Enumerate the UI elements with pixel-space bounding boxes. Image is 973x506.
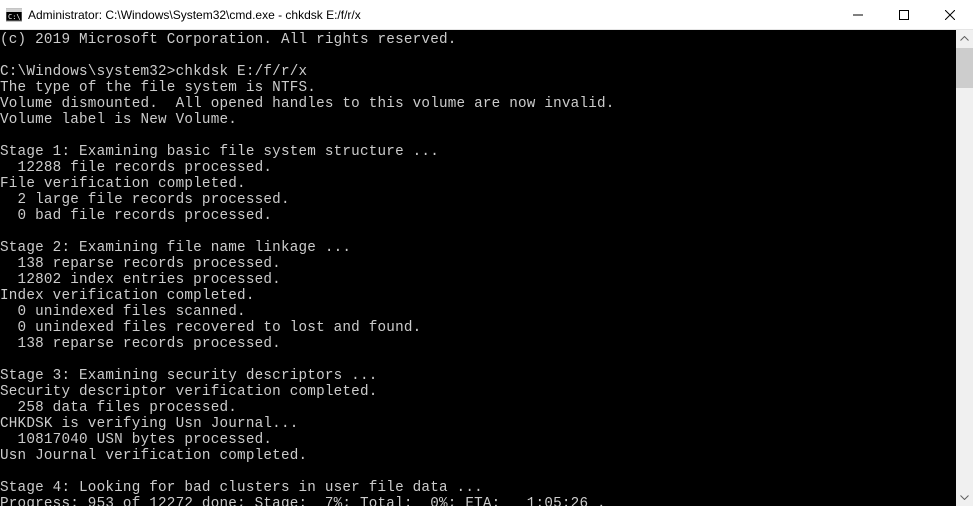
svg-text:C:\: C:\ <box>8 13 21 21</box>
scrollbar-thumb[interactable] <box>956 48 973 88</box>
console-line <box>0 48 956 64</box>
chevron-up-icon <box>960 36 969 41</box>
console-area: (c) 2019 Microsoft Corporation. All righ… <box>0 30 973 506</box>
window-controls <box>835 0 973 29</box>
console-line: Stage 2: Examining file name linkage ... <box>0 240 956 256</box>
chevron-down-icon <box>960 495 969 500</box>
close-button[interactable] <box>927 0 973 29</box>
console-line <box>0 128 956 144</box>
console-line <box>0 352 956 368</box>
console-line: CHKDSK is verifying Usn Journal... <box>0 416 956 432</box>
console-line: Progress: 953 of 12272 done; Stage: 7%; … <box>0 496 956 506</box>
scroll-up-button[interactable] <box>956 30 973 47</box>
console-line: 138 reparse records processed. <box>0 256 956 272</box>
minimize-button[interactable] <box>835 0 881 29</box>
console-line: 0 bad file records processed. <box>0 208 956 224</box>
window-title: Administrator: C:\Windows\System32\cmd.e… <box>28 8 835 22</box>
console-line: 12288 file records processed. <box>0 160 956 176</box>
console-line: File verification completed. <box>0 176 956 192</box>
minimize-icon <box>853 10 863 20</box>
console-line <box>0 464 956 480</box>
console-line: Volume dismounted. All opened handles to… <box>0 96 956 112</box>
scrollbar[interactable] <box>956 30 973 506</box>
console-line: 258 data files processed. <box>0 400 956 416</box>
cmd-icon: C:\ <box>6 7 22 23</box>
console-line: Volume label is New Volume. <box>0 112 956 128</box>
console-line: 12802 index entries processed. <box>0 272 956 288</box>
console-output[interactable]: (c) 2019 Microsoft Corporation. All righ… <box>0 30 956 506</box>
console-line: 10817040 USN bytes processed. <box>0 432 956 448</box>
titlebar: C:\ Administrator: C:\Windows\System32\c… <box>0 0 973 30</box>
console-line: (c) 2019 Microsoft Corporation. All righ… <box>0 32 956 48</box>
console-line: The type of the file system is NTFS. <box>0 80 956 96</box>
cmd-window: C:\ Administrator: C:\Windows\System32\c… <box>0 0 973 506</box>
console-line: Usn Journal verification completed. <box>0 448 956 464</box>
maximize-icon <box>899 10 909 20</box>
scroll-down-button[interactable] <box>956 489 973 506</box>
console-line: Security descriptor verification complet… <box>0 384 956 400</box>
console-line: 2 large file records processed. <box>0 192 956 208</box>
console-line: Stage 4: Looking for bad clusters in use… <box>0 480 956 496</box>
close-icon <box>945 10 955 20</box>
console-line: 0 unindexed files scanned. <box>0 304 956 320</box>
console-line: C:\Windows\system32>chkdsk E:/f/r/x <box>0 64 956 80</box>
maximize-button[interactable] <box>881 0 927 29</box>
console-line: Stage 1: Examining basic file system str… <box>0 144 956 160</box>
console-line: 0 unindexed files recovered to lost and … <box>0 320 956 336</box>
console-line: 138 reparse records processed. <box>0 336 956 352</box>
console-line: Index verification completed. <box>0 288 956 304</box>
console-line <box>0 224 956 240</box>
console-line: Stage 3: Examining security descriptors … <box>0 368 956 384</box>
